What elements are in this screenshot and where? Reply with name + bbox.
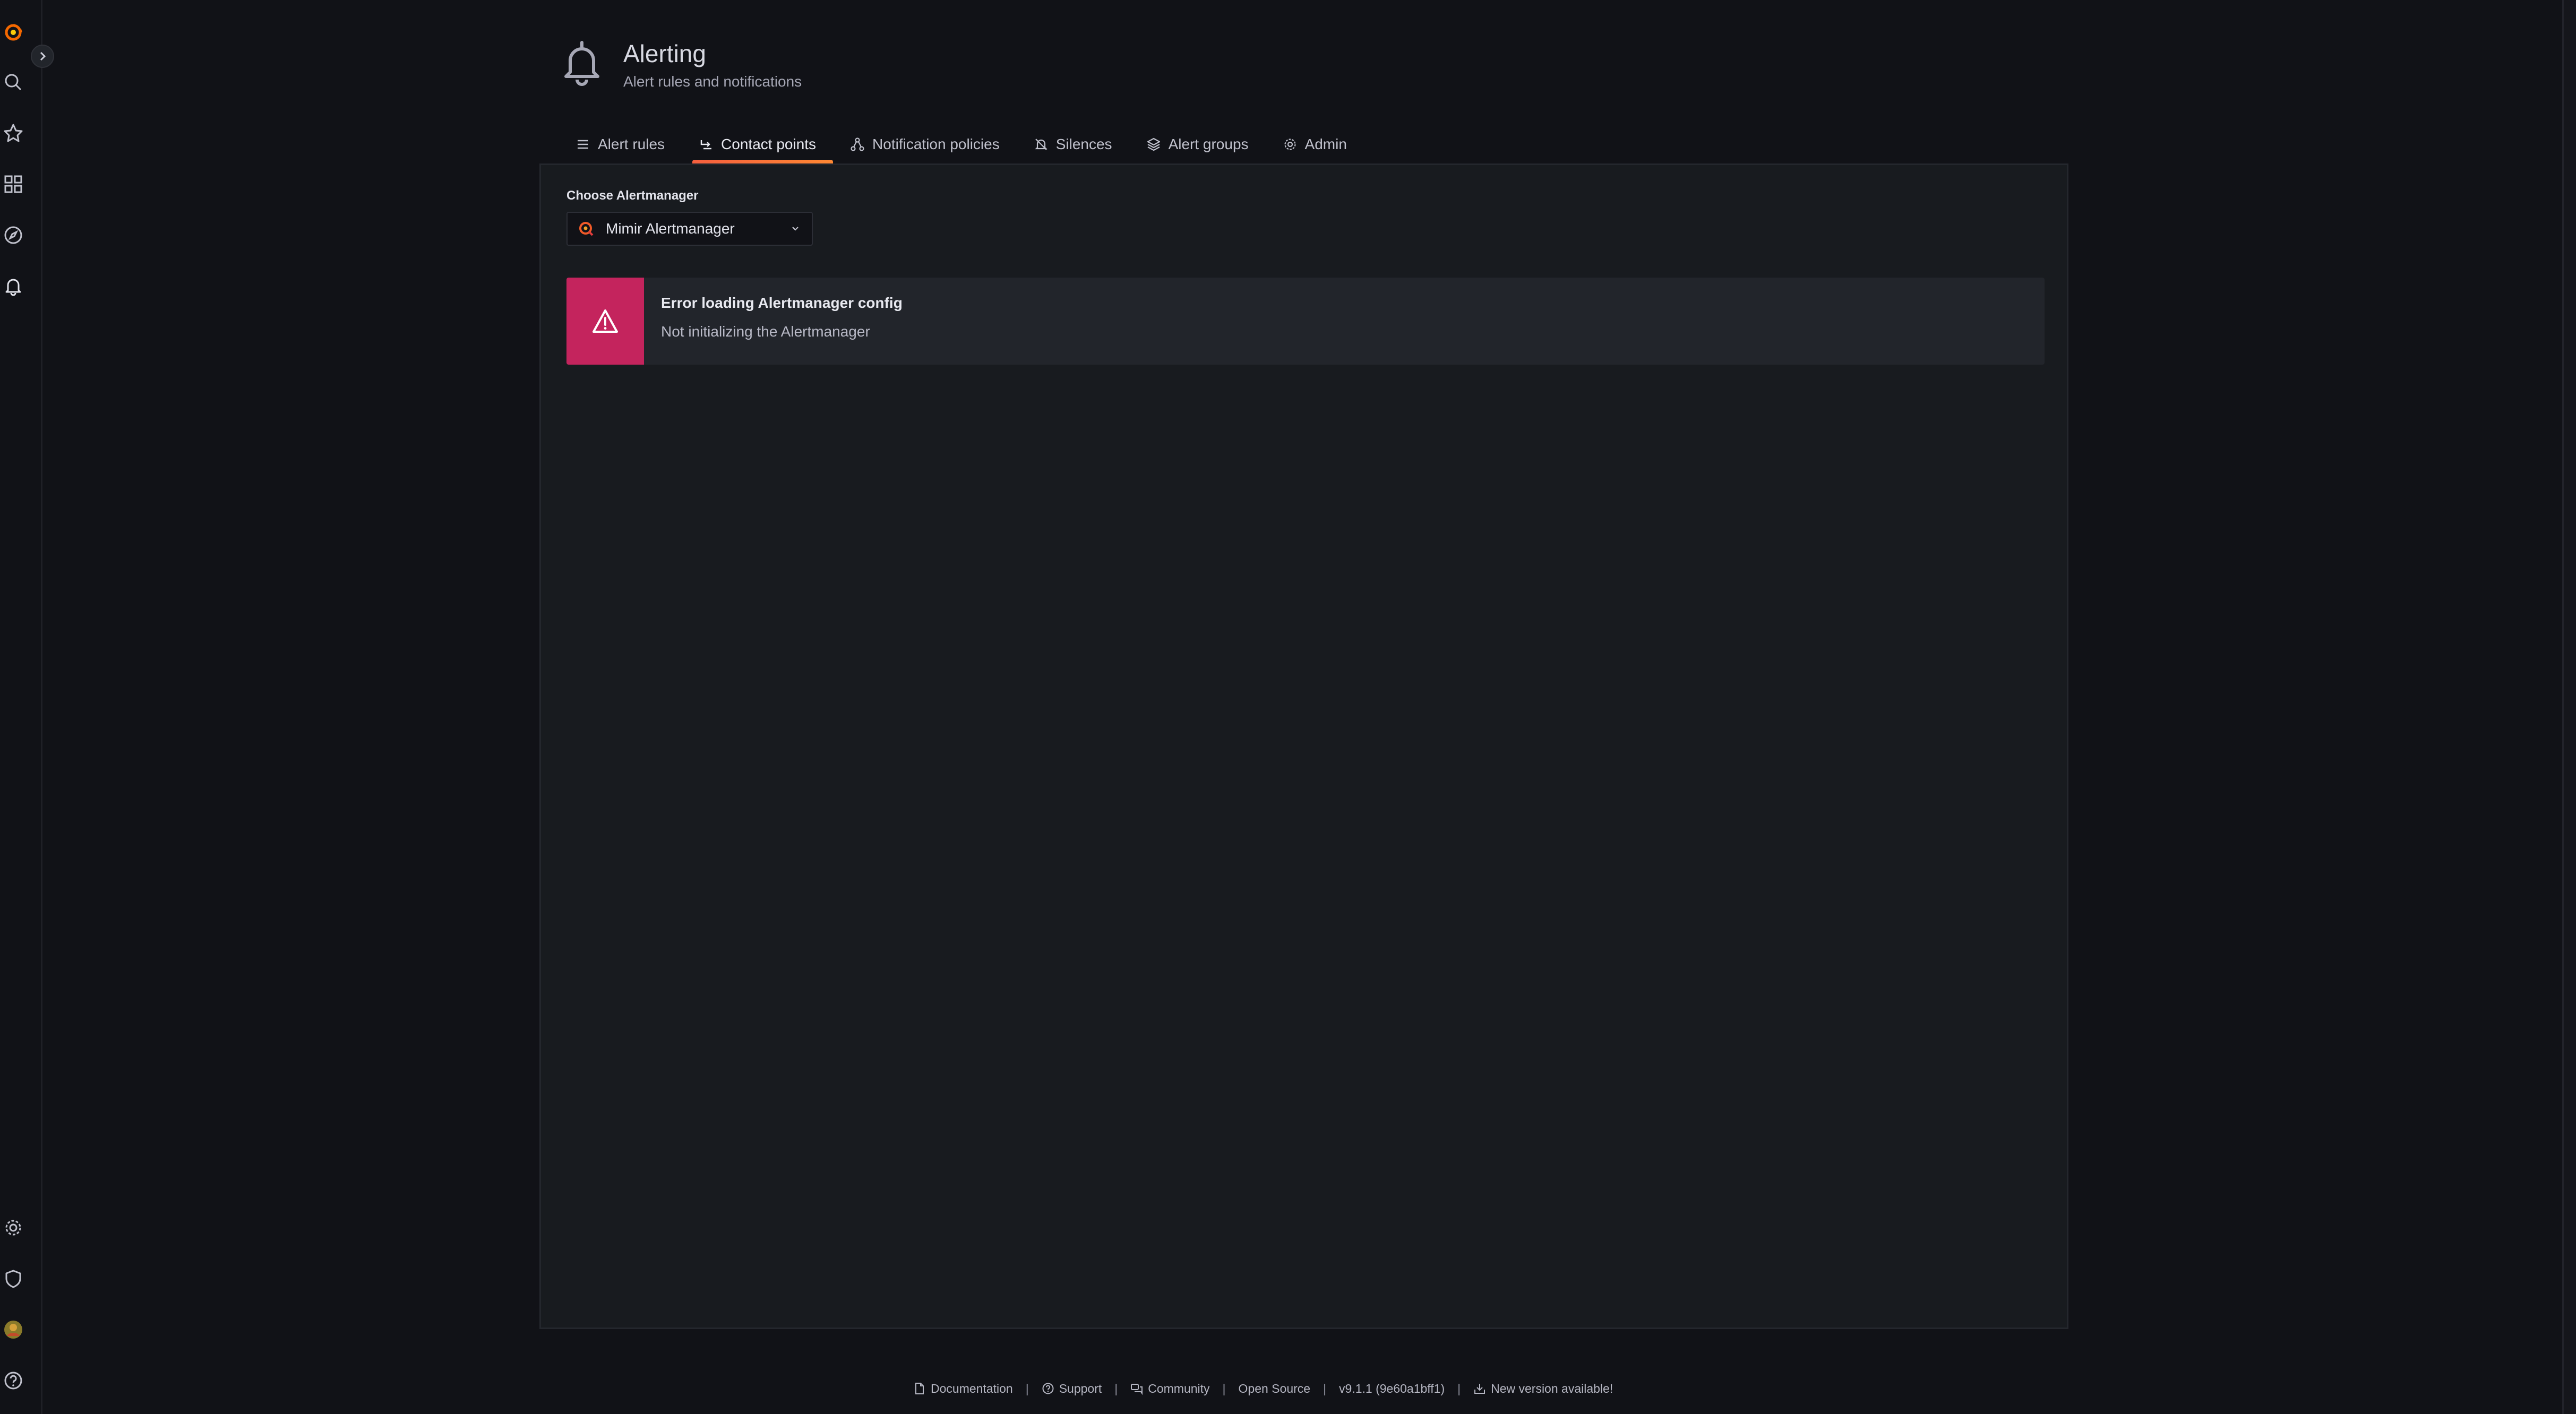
error-title: Error loading Alertmanager config bbox=[661, 295, 903, 311]
footer-separator: | bbox=[1025, 1381, 1029, 1395]
contact-icon bbox=[700, 140, 712, 150]
download-icon bbox=[1474, 1384, 1486, 1394]
footer-community-link[interactable]: Community bbox=[1130, 1381, 1210, 1396]
tab-label: Admin bbox=[1304, 136, 1347, 152]
search-icon[interactable] bbox=[1, 70, 25, 94]
grafana-app: Alerting Alert rules and notifications A… bbox=[0, 0, 2576, 1414]
bell-slash-icon bbox=[1035, 139, 1047, 150]
error-alert: Error loading Alertmanager config Not in… bbox=[566, 278, 2045, 365]
exclamation-triangle-icon bbox=[593, 309, 618, 333]
document-icon bbox=[915, 1383, 924, 1394]
tab-alert-rules[interactable]: Alert rules bbox=[559, 125, 682, 163]
contact-points-panel: Choose Alertmanager Mimir Alertmanager E… bbox=[539, 163, 2068, 1329]
tab-label: Silences bbox=[1055, 136, 1112, 152]
tab-contact-points[interactable]: Contact points bbox=[682, 125, 834, 163]
tab-label: Alert rules bbox=[598, 136, 665, 152]
footer-documentation-link[interactable]: Documentation bbox=[913, 1382, 1013, 1396]
alerting-bell-icon[interactable] bbox=[1, 274, 25, 298]
footer-separator: | bbox=[1114, 1381, 1118, 1395]
footer-open-source-link[interactable]: Open Source bbox=[1239, 1382, 1311, 1396]
page-subtitle: Alert rules and notifications bbox=[623, 73, 802, 90]
footer: Documentation | Support | Community | Op… bbox=[913, 1378, 1613, 1399]
footer-separator: | bbox=[1222, 1381, 1226, 1395]
avatar[interactable] bbox=[1, 1317, 25, 1342]
bell-icon bbox=[562, 39, 602, 87]
mimir-logo-icon bbox=[579, 222, 594, 236]
footer-documentation-label: Documentation bbox=[931, 1381, 1013, 1395]
chevron-down-icon bbox=[792, 227, 798, 231]
star-icon[interactable] bbox=[1, 121, 25, 145]
cog-icon bbox=[1284, 139, 1296, 150]
alertmanager-select-label: Choose Alertmanager bbox=[566, 188, 699, 203]
footer-new-version-link[interactable]: New version available! bbox=[1473, 1382, 1613, 1396]
footer-version-label: v9.1.1 (9e60a1bff1) bbox=[1339, 1381, 1445, 1395]
tab-notification-policies[interactable]: Notification policies bbox=[833, 125, 1017, 163]
grafana-logo-icon[interactable] bbox=[1, 20, 25, 45]
right-edge-panel bbox=[2562, 0, 2576, 1414]
expand-sidebar-button[interactable] bbox=[31, 45, 54, 68]
layers-icon bbox=[1147, 137, 1160, 151]
footer-support-label: Support bbox=[1059, 1381, 1102, 1395]
footer-separator: | bbox=[1457, 1381, 1461, 1395]
comments-icon bbox=[1131, 1384, 1143, 1395]
footer-community-label: Community bbox=[1148, 1381, 1210, 1395]
sitemap-icon bbox=[851, 137, 864, 151]
tab-silences[interactable]: Silences bbox=[1017, 125, 1129, 163]
footer-new-version-label: New version available! bbox=[1491, 1381, 1613, 1395]
tab-label: Contact points bbox=[721, 136, 817, 152]
cog-icon[interactable] bbox=[1, 1215, 25, 1240]
alertmanager-select-value: Mimir Alertmanager bbox=[606, 220, 735, 237]
explore-icon[interactable] bbox=[1, 223, 25, 247]
error-icon-box bbox=[566, 278, 644, 365]
tab-label: Alert groups bbox=[1168, 136, 1249, 152]
dashboards-icon[interactable] bbox=[1, 172, 25, 196]
error-description: Not initializing the Alertmanager bbox=[661, 323, 870, 340]
question-circle-icon bbox=[1042, 1383, 1054, 1394]
footer-separator: | bbox=[1323, 1381, 1327, 1395]
tab-admin[interactable]: Admin bbox=[1266, 125, 1364, 163]
footer-version: v9.1.1 (9e60a1bff1) bbox=[1339, 1382, 1445, 1396]
shield-icon[interactable] bbox=[1, 1266, 25, 1291]
footer-open-source-label: Open Source bbox=[1238, 1381, 1311, 1395]
chevron-right-icon bbox=[40, 51, 46, 61]
sidebar bbox=[0, 0, 42, 1414]
footer-support-link[interactable]: Support bbox=[1042, 1382, 1102, 1396]
list-icon bbox=[578, 140, 588, 149]
error-content: Error loading Alertmanager config Not in… bbox=[644, 278, 903, 365]
tab-bar: Alert rules Contact points Notification … bbox=[559, 125, 1364, 163]
tab-label: Notification policies bbox=[872, 136, 1000, 152]
tab-alert-groups[interactable]: Alert groups bbox=[1129, 125, 1266, 163]
help-icon[interactable] bbox=[1, 1368, 25, 1393]
page-title: Alerting bbox=[623, 40, 706, 67]
alertmanager-select[interactable]: Mimir Alertmanager bbox=[566, 212, 813, 246]
